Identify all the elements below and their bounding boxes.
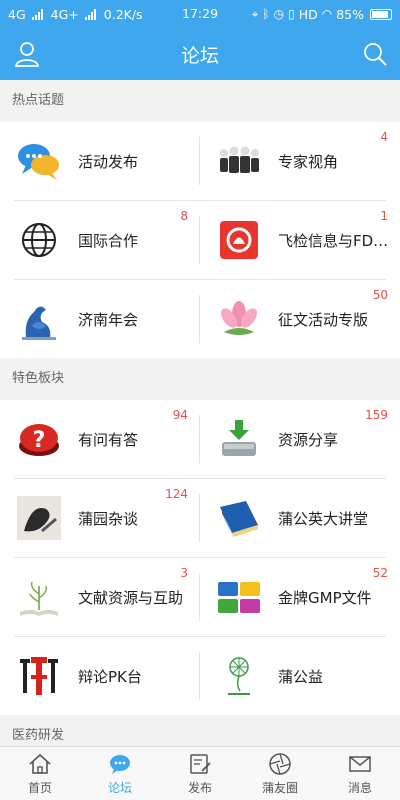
debate-char-icon (16, 653, 62, 699)
board-item-gmp[interactable]: 金牌GMP文件 52 (200, 558, 400, 636)
charity-logo-icon (216, 653, 262, 699)
board-label: 专家视角 (278, 152, 339, 171)
tab-home[interactable]: 首页 (0, 747, 80, 800)
board-label: 蒲公英大讲堂 (278, 509, 369, 528)
open-book-plant-icon (16, 574, 62, 620)
camera-aperture-icon (269, 752, 291, 775)
section-title-rnd: 医药研发 (0, 715, 400, 746)
lotus-icon (216, 296, 262, 342)
board-label: 文献资源与互助 (78, 588, 184, 607)
board-count: 50 (372, 288, 388, 302)
tab-label: 蒲友圈 (261, 780, 298, 795)
section-grid-featured-row1: ? 有问有答 94 资源分享 159 (0, 400, 400, 478)
board-item-literature[interactable]: 文献资源与互助 3 (0, 558, 200, 636)
section-title-hot: 热点话题 (0, 80, 400, 122)
battery-percent: 85% (336, 6, 364, 22)
signal-icon (31, 8, 43, 20)
forum-content: 热点话题 活动发布 专家视角 4 国际合作 8 飞检信息与FD… 1 济南年会 … (0, 80, 400, 746)
board-count: 52 (372, 566, 388, 580)
home-icon (29, 753, 51, 774)
tab-label: 首页 (27, 780, 52, 795)
section-grid-featured-row2: 蒲园杂谈 124 蒲公英大讲堂 (0, 479, 400, 557)
tab-messages[interactable]: 消息 (320, 747, 400, 800)
board-label: 国际合作 (78, 231, 139, 250)
chat-bubbles-icon (16, 138, 62, 184)
clock: 17:29 (182, 6, 219, 21)
status-bar: 4G 4G+ 0.2K/s 17:29 ⌖ ᛒ ◷ ▯ HD ◠ 85% (0, 0, 400, 28)
board-item-international[interactable]: 国际合作 8 (0, 201, 200, 279)
tab-label: 消息 (347, 780, 372, 795)
board-count: 1 (380, 209, 388, 223)
board-item-jinan[interactable]: 济南年会 (0, 280, 200, 358)
section-grid-hot-row3: 济南年会 征文活动专版 50 (0, 280, 400, 358)
alarm-icon (216, 217, 262, 263)
section-grid-hot: 活动发布 专家视角 4 (0, 122, 400, 200)
section-title-featured: 特色板块 (0, 358, 400, 400)
alarm-clock-icon: ◷ (273, 7, 285, 21)
board-item-chat[interactable]: 蒲园杂谈 124 (0, 479, 200, 557)
board-count: 124 (165, 487, 188, 501)
tab-publish[interactable]: 发布 (160, 747, 240, 800)
business-people-icon (216, 138, 262, 184)
section-grid-featured-row3: 文献资源与互助 3 金牌GMP文件 52 (0, 558, 400, 636)
board-count: 4 (380, 130, 388, 144)
board-label: 有问有答 (78, 430, 139, 449)
board-count: 94 (172, 408, 188, 422)
board-item-essay[interactable]: 征文活动专版 50 (200, 280, 400, 358)
board-label: 金牌GMP文件 (278, 588, 372, 607)
publish-icon (190, 753, 211, 774)
ink-art-icon (16, 495, 62, 541)
network-speed: 0.2K/s (103, 6, 143, 22)
board-label: 飞检信息与FD… (278, 231, 389, 250)
section-grid-hot-row2: 国际合作 8 飞检信息与FD… 1 (0, 201, 400, 279)
board-count: 159 (365, 408, 388, 422)
board-item-experts[interactable]: 专家视角 4 (200, 122, 400, 200)
mail-icon (349, 755, 371, 772)
book-icon (216, 495, 262, 541)
wifi-icon: ◠ (321, 7, 333, 21)
board-count: 8 (180, 209, 188, 223)
board-item-activity[interactable]: 活动发布 (0, 122, 200, 200)
board-item-qa[interactable]: ? 有问有答 94 (0, 400, 200, 478)
app-header: 论坛 (0, 28, 400, 80)
sculpture-icon (16, 296, 62, 342)
download-drive-icon (216, 416, 262, 462)
tab-label: 论坛 (107, 780, 132, 795)
location-icon: ⌖ (251, 6, 259, 21)
search-icon[interactable] (360, 39, 390, 69)
board-label: 资源分享 (278, 430, 339, 449)
svg-text:?: ? (33, 428, 46, 453)
hd-badge: HD (298, 6, 318, 22)
signal-icon-2 (84, 8, 96, 20)
tab-forum[interactable]: 论坛 (80, 747, 160, 800)
board-label: 济南年会 (78, 310, 139, 329)
section-grid-featured-row4: 辩论PK台 蒲公益 (0, 637, 400, 715)
bottom-tab-bar: 首页 论坛 发布 蒲友圈 消息 (0, 746, 400, 800)
board-item-lecture[interactable]: 蒲公英大讲堂 (200, 479, 400, 557)
board-item-resources[interactable]: 资源分享 159 (200, 400, 400, 478)
tab-circle[interactable]: 蒲友圈 (240, 747, 320, 800)
network-type: 4G (8, 6, 26, 22)
board-label: 蒲园杂谈 (78, 509, 139, 528)
board-label: 蒲公益 (278, 667, 324, 686)
page-title: 论坛 (180, 45, 219, 67)
folders-icon (216, 574, 262, 620)
question-button-icon: ? (16, 416, 62, 462)
vibrate-icon: ▯ (288, 7, 295, 21)
board-label: 活动发布 (78, 152, 139, 171)
board-label: 征文活动专版 (278, 310, 369, 329)
tab-label: 发布 (187, 780, 212, 795)
board-item-charity[interactable]: 蒲公益 (200, 637, 400, 715)
board-label: 辩论PK台 (78, 667, 142, 686)
board-count: 3 (180, 566, 188, 580)
bluetooth-icon: ᛒ (262, 7, 270, 21)
battery-icon (370, 8, 392, 20)
globe-icon (16, 217, 62, 263)
board-item-debate[interactable]: 辩论PK台 (0, 637, 200, 715)
board-item-inspection[interactable]: 飞检信息与FD… 1 (200, 201, 400, 279)
network-type-2: 4G+ (50, 6, 79, 22)
forum-icon (110, 754, 130, 774)
